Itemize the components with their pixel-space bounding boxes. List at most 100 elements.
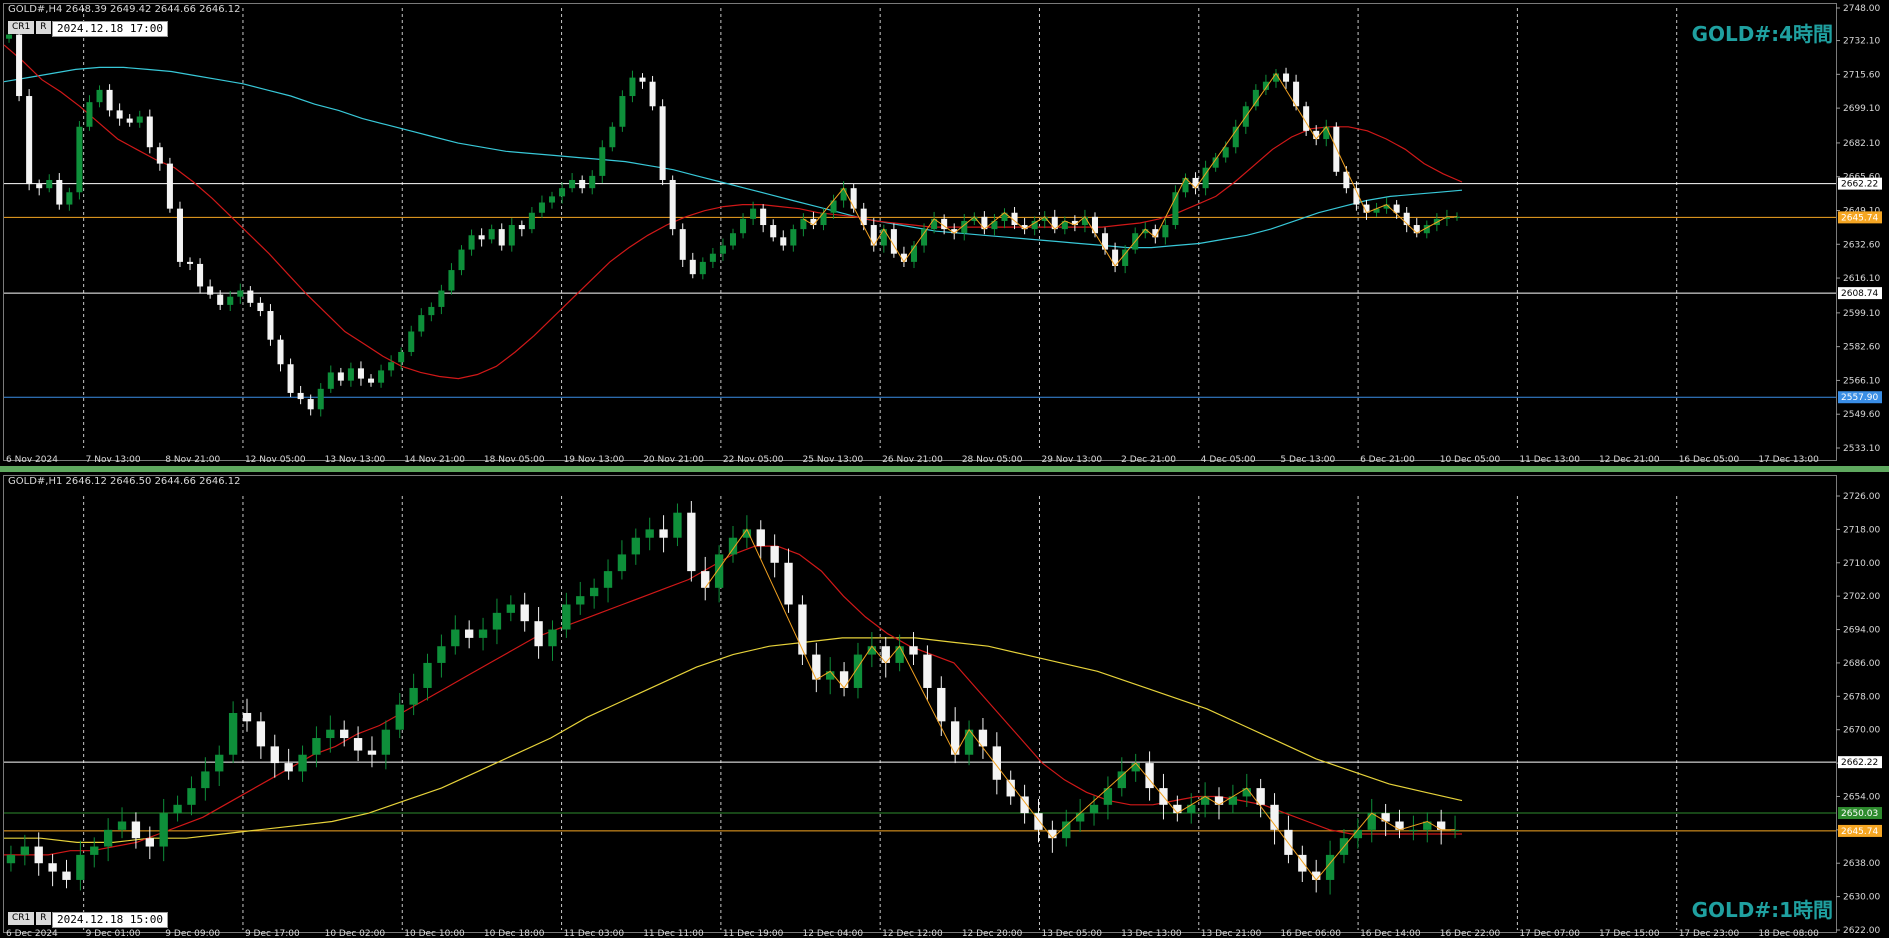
h1-candle-body xyxy=(839,671,849,688)
h4-candle-body xyxy=(96,89,103,103)
h4-candle-body xyxy=(378,370,385,383)
h4-y-tick-label: 2748.00 xyxy=(1843,4,1880,14)
h1-candle-body xyxy=(714,554,724,588)
h4-candle-body xyxy=(629,77,636,97)
h4-y-tick-label: 2599.10 xyxy=(1843,309,1880,319)
h4-candle-body xyxy=(227,296,234,305)
h1-y-tick-label: 2718.00 xyxy=(1843,525,1880,535)
h1-candle-body xyxy=(117,821,127,830)
h4-candle-body xyxy=(1122,249,1129,266)
h4-buttons: CR1 R xyxy=(8,21,51,34)
h4-x-tick-label: 12 Dec 21:00 xyxy=(1599,455,1660,465)
h1-cr1-button[interactable]: CR1 xyxy=(8,912,35,925)
h4-candle-body xyxy=(760,208,767,226)
h1-candle-body xyxy=(353,738,363,751)
h1-candle-body xyxy=(201,771,210,789)
h4-candle-body xyxy=(649,81,656,107)
h4-candle-body xyxy=(1102,233,1109,250)
h1-r-button[interactable]: R xyxy=(36,912,51,925)
h4-candle-body xyxy=(418,315,425,332)
h1-candle-body xyxy=(1062,821,1071,839)
h4-y-tick-label: 2566.10 xyxy=(1843,376,1880,386)
h4-x-tick-label: 18 Nov 05:00 xyxy=(484,455,545,465)
h4-x-tick-label: 14 Nov 21:00 xyxy=(404,455,465,465)
h1-x-tick-label: 9 Dec 01:00 xyxy=(86,929,141,938)
h1-candle-body xyxy=(62,871,71,880)
h1-candle-body xyxy=(284,763,293,772)
h1-y-tick-label: 2622.00 xyxy=(1843,926,1880,936)
h1-candle-body xyxy=(90,846,99,855)
h4-cr1-button[interactable]: CR1 xyxy=(8,21,35,34)
h4-candle-body xyxy=(66,192,73,205)
h4-candle-body xyxy=(729,233,737,246)
h1-chart-svg: 6 Dec 2024 9 Dec 01:00 9 Dec 09:00 9 Dec 17… xyxy=(4,492,1882,938)
h4-candle-body xyxy=(36,184,43,189)
h1-x-tick-label: 10 Dec 18:00 xyxy=(484,929,545,938)
h1-candle-body xyxy=(1117,771,1126,789)
h4-candle-body xyxy=(750,208,757,219)
h4-x-tick-label: 13 Nov 13:00 xyxy=(325,455,386,465)
h4-price-tag: 2608.74 xyxy=(1841,289,1878,299)
h4-x-tick-label: 4 Dec 05:00 xyxy=(1201,455,1256,465)
h1-candle-body xyxy=(673,512,682,538)
h4-candle-body xyxy=(56,179,63,205)
h4-candle-body xyxy=(347,368,354,381)
h4-candle-body xyxy=(478,235,485,240)
h1-candle-body xyxy=(895,646,904,663)
h1-candle-body xyxy=(159,813,168,847)
h1-symbol-line: GOLD#,H1 2646.12 2646.50 2644.66 2646.12 xyxy=(8,476,241,487)
h4-candle-body xyxy=(659,106,666,180)
h4-r-button[interactable]: R xyxy=(36,21,51,34)
h4-candle-body xyxy=(337,372,344,381)
h4-candle-body xyxy=(277,339,284,365)
h4-candle-body xyxy=(207,286,214,295)
h1-candle-body xyxy=(992,746,1001,780)
h1-candle-body xyxy=(687,512,696,572)
h4-candle-body xyxy=(780,237,787,246)
h1-x-tick-label: 10 Dec 10:00 xyxy=(404,929,465,938)
h4-candle-body xyxy=(307,399,314,410)
h1-candle-body xyxy=(562,604,571,630)
h1-candle-body xyxy=(534,621,543,647)
h1-candle-body xyxy=(298,754,307,772)
h4-candle-body xyxy=(1091,216,1099,234)
h1-candle-body xyxy=(312,738,321,755)
h1-candle-body xyxy=(409,687,418,705)
h4-candle-body xyxy=(679,229,686,260)
h1-x-tick-label: 17 Dec 07:00 xyxy=(1519,929,1580,938)
h4-ma-slow xyxy=(3,66,1463,249)
h4-candle-body xyxy=(790,229,797,246)
h4-candle-body xyxy=(770,225,777,238)
h1-x-tick-label: 11 Dec 19:00 xyxy=(723,929,784,938)
h4-x-tick-label: 20 Nov 21:00 xyxy=(643,455,704,465)
h1-candle-body xyxy=(465,629,474,638)
h4-x-tick-label: 29 Nov 13:00 xyxy=(1041,455,1102,465)
h4-candle-body xyxy=(609,126,616,148)
h1-candle-body xyxy=(381,729,391,755)
h4-candle-body xyxy=(689,259,696,275)
h1-x-tick-label: 11 Dec 03:00 xyxy=(564,929,625,938)
h1-candle-body xyxy=(367,750,377,755)
h1-ma-slow xyxy=(4,637,1463,843)
h1-candle-body xyxy=(131,821,141,839)
h4-candle-body xyxy=(428,306,435,316)
h4-candle-body xyxy=(1283,73,1290,82)
h1-y-tick-label: 2638.00 xyxy=(1843,859,1880,869)
h4-symbol-line: GOLD#,H4 2648.39 2649.42 2644.66 2646.12 xyxy=(8,4,241,15)
h1-ma-fast xyxy=(4,545,1462,856)
h4-candle-body xyxy=(187,261,194,264)
h1-y-tick-label: 2670.00 xyxy=(1843,726,1880,736)
h1-x-tick-label: 13 Dec 13:00 xyxy=(1121,929,1182,938)
h4-x-tick-label: 8 Nov 21:00 xyxy=(165,455,220,465)
h1-price-tag: 2645.74 xyxy=(1841,827,1878,837)
h4-x-tick-label: 11 Dec 13:00 xyxy=(1519,455,1580,465)
h1-candle-body xyxy=(34,846,43,864)
h4-candle-body xyxy=(1252,89,1259,107)
h1-candle-body xyxy=(103,829,113,847)
h4-price-tag: 2645.74 xyxy=(1841,213,1878,223)
h4-candle-body xyxy=(146,116,153,148)
h1-candle-body xyxy=(215,754,224,772)
h1-price-tag: 2662.22 xyxy=(1841,758,1878,768)
h4-candle-body xyxy=(287,364,294,393)
h1-chart-pane: 6 Dec 2024 9 Dec 01:00 9 Dec 09:00 9 Dec 17… xyxy=(0,472,1889,938)
